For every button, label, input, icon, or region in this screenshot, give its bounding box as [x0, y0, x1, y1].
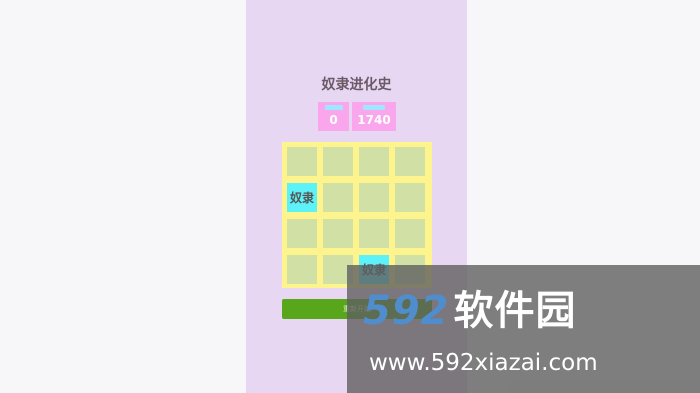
- board-cell: [287, 147, 317, 176]
- board-cell: [395, 183, 425, 212]
- board-cell: [359, 183, 389, 212]
- watermark-logo-number: 592: [363, 288, 450, 334]
- board-tile: 奴隶: [287, 183, 317, 212]
- best-score-value: 1740: [357, 113, 391, 127]
- score-label: score: [324, 105, 343, 110]
- score-value: 0: [329, 113, 338, 127]
- site-watermark: 592 软件园 www.592xiazai.com: [347, 265, 700, 393]
- board-cell: [287, 219, 317, 248]
- board-cell: [323, 183, 353, 212]
- best-score-label: best: [363, 105, 385, 110]
- watermark-url: www.592xiazai.com: [369, 350, 598, 376]
- watermark-logo: 592 软件园: [363, 287, 577, 335]
- board-cell: [395, 147, 425, 176]
- current-score-box: score 0: [318, 102, 349, 131]
- watermark-logo-text: 软件园: [453, 288, 577, 334]
- game-title: 奴隶进化史: [321, 77, 392, 93]
- board-cell: [395, 219, 425, 248]
- best-score-box: best 1740: [352, 102, 396, 131]
- board-cell: [359, 219, 389, 248]
- board-cell: [323, 219, 353, 248]
- board-cell: [323, 147, 353, 176]
- board-cell: [359, 147, 389, 176]
- board-cell: [287, 255, 317, 284]
